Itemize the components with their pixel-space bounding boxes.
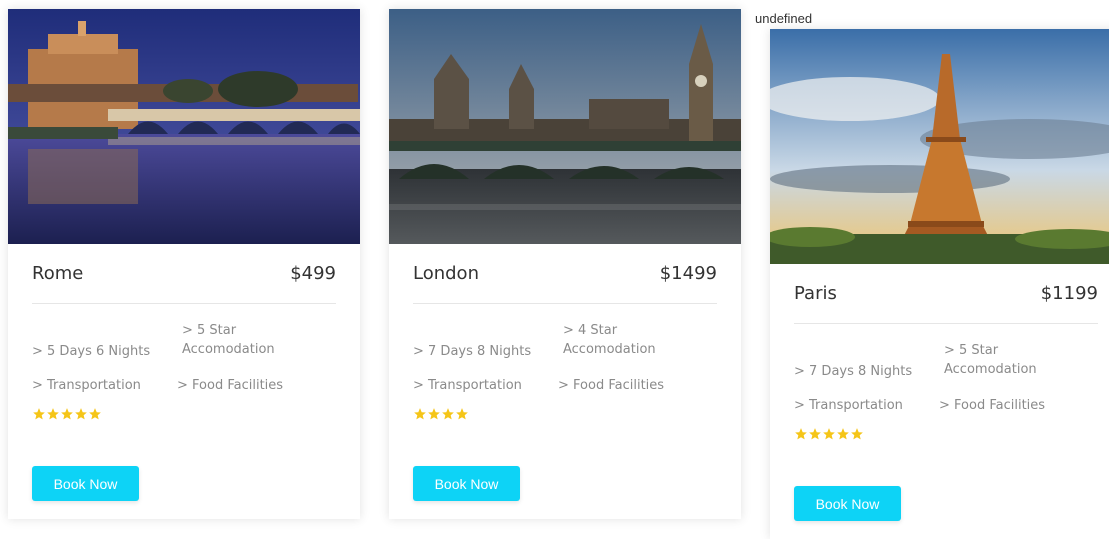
star-icon — [414, 408, 426, 420]
tour-card-rome: Rome $499 > 5 Days 6 Nights > 5 Star Acc… — [8, 9, 360, 519]
undefined-label: undefined — [755, 11, 813, 26]
paris-photo — [770, 29, 1109, 264]
card-title: Paris — [794, 283, 837, 304]
feature-duration: > 5 Days 6 Nights — [32, 344, 151, 359]
feature-food: > Food Facilities — [558, 378, 665, 393]
feature-accommodation: > 4 Star Accomodation — [563, 323, 656, 357]
card-divider — [413, 303, 717, 304]
star-icon — [47, 408, 59, 420]
book-now-button[interactable]: Book Now — [413, 466, 520, 501]
card-title: Rome — [32, 263, 84, 284]
feature-accommodation: > 5 Star Accomodation — [944, 343, 1037, 377]
card-title: London — [413, 263, 479, 284]
star-icon — [33, 408, 45, 420]
rome-photo — [8, 9, 360, 244]
star-icon — [442, 408, 454, 420]
feature-food: > Food Facilities — [177, 378, 284, 393]
card-divider — [794, 323, 1098, 324]
star-rating — [32, 407, 102, 421]
feature-duration: > 7 Days 8 Nights — [413, 344, 532, 359]
star-icon — [823, 428, 835, 440]
star-icon — [809, 428, 821, 440]
star-rating — [794, 427, 864, 441]
card-divider — [32, 303, 336, 304]
star-icon — [428, 408, 440, 420]
card-price: $499 — [290, 263, 336, 284]
london-photo — [389, 9, 741, 244]
feature-transportation: > Transportation — [32, 378, 141, 393]
book-now-button[interactable]: Book Now — [794, 486, 901, 521]
tour-card-paris: Paris $1199 > 7 Days 8 Nights > 5 Star A… — [770, 29, 1109, 539]
feature-duration: > 7 Days 8 Nights — [794, 364, 913, 379]
star-rating — [413, 407, 469, 421]
star-icon — [456, 408, 468, 420]
feature-accommodation: > 5 Star Accomodation — [182, 323, 275, 357]
star-icon — [61, 408, 73, 420]
star-icon — [89, 408, 101, 420]
feature-transportation: > Transportation — [794, 398, 903, 413]
feature-transportation: > Transportation — [413, 378, 522, 393]
card-price: $1499 — [659, 263, 717, 284]
book-now-button[interactable]: Book Now — [32, 466, 139, 501]
feature-food: > Food Facilities — [939, 398, 1046, 413]
star-icon — [795, 428, 807, 440]
star-icon — [851, 428, 863, 440]
card-price: $1199 — [1040, 283, 1098, 304]
star-icon — [837, 428, 849, 440]
star-icon — [75, 408, 87, 420]
tour-card-london: London $1499 > 7 Days 8 Nights > 4 Star … — [389, 9, 741, 519]
